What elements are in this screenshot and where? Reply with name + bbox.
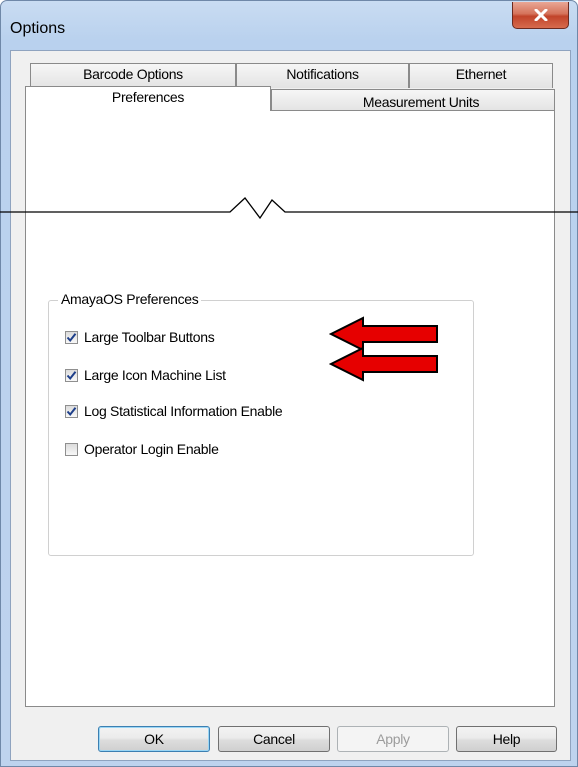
tab-preferences[interactable]: Preferences xyxy=(25,86,271,111)
checkbox[interactable] xyxy=(65,368,78,382)
groupbox-title: AmayaOS Preferences xyxy=(58,291,202,307)
option-label: Large Toolbar Buttons xyxy=(84,329,215,345)
tab-label: Notifications xyxy=(286,66,359,82)
option-large-toolbar-buttons[interactable]: Large Toolbar Buttons xyxy=(65,329,215,345)
tab-barcode-options[interactable]: Barcode Options xyxy=(30,63,236,88)
break-line-annotation xyxy=(0,197,578,220)
close-icon xyxy=(534,9,547,21)
apply-button[interactable]: Apply xyxy=(337,726,449,752)
window-title: Options xyxy=(10,20,66,37)
tab-label: Measurement Units xyxy=(362,94,480,110)
ok-button[interactable]: OK xyxy=(98,726,210,752)
option-log-statistical-information[interactable]: Log Statistical Information Enable xyxy=(65,403,283,419)
option-label: Log Statistical Information Enable xyxy=(84,403,283,419)
red-arrow-icon xyxy=(329,346,438,382)
checkbox[interactable] xyxy=(65,442,78,456)
help-button[interactable]: Help xyxy=(456,726,557,752)
checkmark-icon xyxy=(66,370,77,380)
tab-notifications[interactable]: Notifications xyxy=(236,63,409,88)
option-label: Large Icon Machine List xyxy=(84,367,226,383)
checkmark-icon xyxy=(66,332,77,342)
checkmark-icon xyxy=(66,406,77,416)
checkbox[interactable] xyxy=(65,330,78,344)
cancel-button[interactable]: Cancel xyxy=(218,726,330,752)
tab-label: Ethernet xyxy=(455,66,507,82)
tab-label: Preferences xyxy=(111,89,185,105)
close-button[interactable] xyxy=(512,2,569,29)
option-large-icon-machine-list[interactable]: Large Icon Machine List xyxy=(65,367,226,383)
tab-ethernet[interactable]: Ethernet xyxy=(409,63,553,88)
tab-measurement-units[interactable]: Measurement Units xyxy=(271,89,555,111)
checkbox[interactable] xyxy=(65,404,78,418)
option-operator-login-enable[interactable]: Operator Login Enable xyxy=(65,441,219,457)
option-label: Operator Login Enable xyxy=(84,441,219,457)
tab-label: Barcode Options xyxy=(83,66,183,82)
